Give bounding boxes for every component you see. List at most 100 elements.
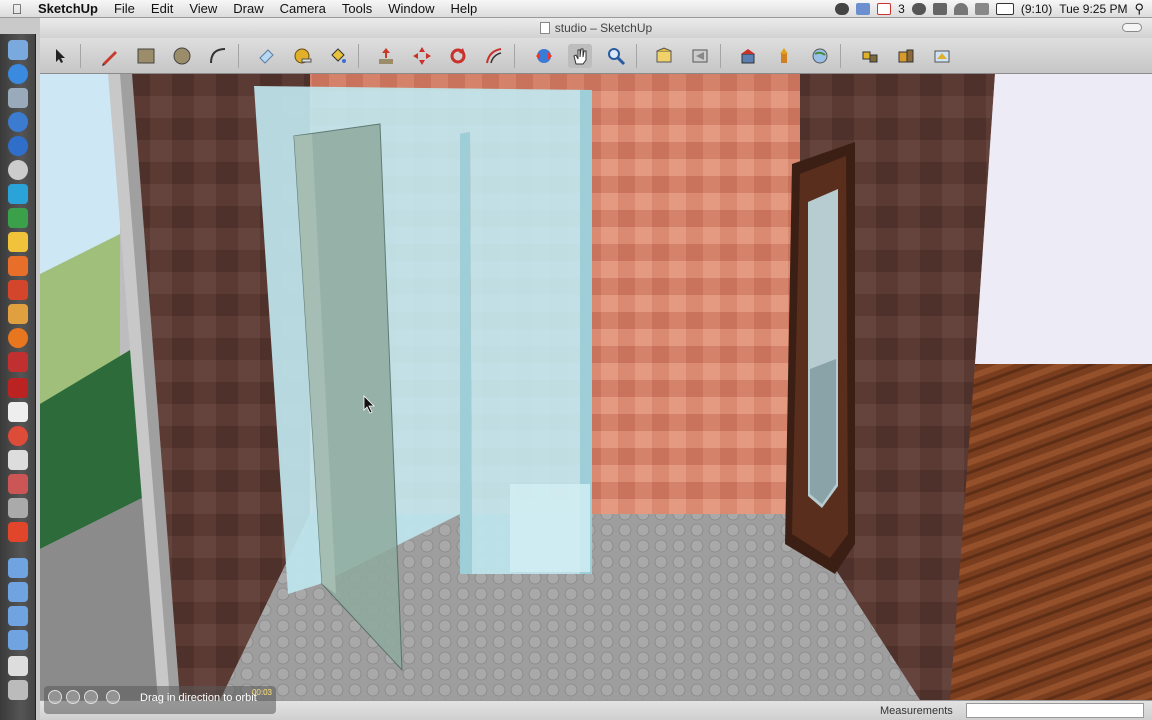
push-pull-icon [379, 48, 393, 64]
dock-app-icon[interactable] [8, 498, 28, 518]
push-pull-tool-button[interactable] [374, 44, 398, 68]
offset-tool-button[interactable] [482, 44, 506, 68]
dock-app-icon[interactable] [8, 450, 28, 470]
menu-edit[interactable]: Edit [143, 1, 181, 16]
dock-app-icon[interactable] [8, 352, 28, 372]
mac-menubar:  SketchUp File Edit View Draw Camera To… [0, 0, 1152, 18]
dock-app-icon[interactable] [8, 522, 28, 542]
previous-view-button[interactable] [688, 44, 712, 68]
dock-folder-icon[interactable] [8, 630, 28, 650]
dock-app-icon[interactable] [8, 232, 28, 252]
dock-folder-icon[interactable] [8, 606, 28, 626]
components-icon [862, 51, 878, 63]
apple-menu-icon[interactable]:  [0, 1, 34, 17]
previous-view-icon [692, 49, 708, 63]
dock-folder-icon[interactable] [8, 582, 28, 602]
paint-bucket-tool-button[interactable] [326, 44, 350, 68]
circle-icon [173, 47, 191, 65]
menu-help[interactable]: Help [442, 1, 485, 16]
menu-draw[interactable]: Draw [225, 1, 271, 16]
dock-trash-icon[interactable] [8, 680, 28, 700]
dock-app-icon[interactable] [8, 208, 28, 228]
tape-measure-tool-button[interactable] [290, 44, 314, 68]
toolbar-toggle-button[interactable] [1122, 23, 1142, 32]
dock-mail-icon[interactable] [8, 88, 28, 108]
extension-warehouse-button[interactable] [894, 44, 918, 68]
time-machine-icon[interactable] [911, 2, 926, 15]
sketchup-window: studio – SketchUp Measurements [40, 18, 1152, 720]
circle-tool-button[interactable] [170, 44, 194, 68]
dock-app-icon[interactable] [8, 280, 28, 300]
spotlight-search-icon[interactable]: ⚲ [1134, 1, 1144, 17]
warehouse-icon [741, 49, 755, 64]
dock-app-icon[interactable] [8, 474, 28, 494]
window-titlebar[interactable]: studio – SketchUp [40, 18, 1152, 38]
bluetooth-icon[interactable] [932, 2, 947, 15]
move-tool-button[interactable] [410, 44, 434, 68]
dock-app-store-icon[interactable] [8, 112, 28, 132]
pan-tool-button[interactable] [568, 44, 592, 68]
eraser-tool-button[interactable] [254, 44, 278, 68]
status-app-icon[interactable] [835, 2, 850, 15]
dock-safari-icon[interactable] [8, 64, 28, 84]
help-icon[interactable] [84, 690, 98, 704]
dock-itunes-icon[interactable] [8, 160, 28, 180]
share-model-button[interactable] [772, 44, 796, 68]
menu-file[interactable]: File [106, 1, 143, 16]
instructor-overlay: Drag in direction to orbit 00:03 [44, 686, 276, 714]
orbit-icon [536, 49, 552, 63]
zoom-tool-button[interactable] [604, 44, 628, 68]
dock-app-icon[interactable] [8, 402, 28, 422]
dock-app-icon[interactable] [8, 656, 28, 676]
dock-chrome-icon[interactable] [8, 426, 28, 446]
wifi-icon[interactable] [953, 2, 968, 15]
measurements-input[interactable] [966, 703, 1144, 718]
pencil-tool-button[interactable] [98, 44, 122, 68]
3d-viewport[interactable] [40, 74, 1152, 700]
volume-icon[interactable] [974, 2, 989, 15]
menubar-clock[interactable]: Tue 9:25 PM [1059, 2, 1127, 16]
move-arrows-icon [413, 47, 431, 65]
menu-app-name[interactable]: SketchUp [34, 1, 106, 16]
dock-app-icon[interactable] [8, 378, 28, 398]
menu-view[interactable]: View [181, 1, 225, 16]
instructor-icon[interactable] [106, 690, 120, 704]
get-models-button[interactable] [736, 44, 760, 68]
menu-camera[interactable]: Camera [272, 1, 334, 16]
eraser-icon [259, 49, 274, 64]
measurements-label: Measurements [880, 705, 953, 717]
battery-time: (9:10) [1020, 1, 1053, 16]
mail-count-badge: 3 [898, 1, 905, 16]
credits-icon[interactable] [66, 690, 80, 704]
rectangle-tool-button[interactable] [134, 44, 158, 68]
menubar-status-area: 3 (9:10) Tue 9:25 PM ⚲ [835, 1, 1152, 17]
rotate-icon [450, 48, 466, 64]
battery-icon[interactable] [995, 2, 1014, 15]
dock-app-icon[interactable] [8, 304, 28, 324]
components-button[interactable] [858, 44, 882, 68]
select-tool-button[interactable] [48, 44, 72, 68]
dock-finder-icon[interactable] [8, 40, 28, 60]
arc-tool-button[interactable] [206, 44, 230, 68]
orbit-tool-button[interactable] [532, 44, 556, 68]
layout-button[interactable] [930, 44, 954, 68]
geo-location-icon[interactable] [48, 690, 62, 704]
status-hint-text: Drag in direction to orbit [140, 692, 257, 704]
menu-tools[interactable]: Tools [334, 1, 380, 16]
dock-app-icon[interactable] [8, 256, 28, 276]
get-photo-texture-button[interactable] [808, 44, 832, 68]
dock-folder-icon[interactable] [8, 558, 28, 578]
sync-icon[interactable] [856, 2, 871, 15]
tape-measure-icon [294, 48, 312, 64]
menu-window[interactable]: Window [380, 1, 442, 16]
gmail-icon[interactable] [877, 2, 892, 15]
pan-hand-icon [573, 48, 587, 65]
dock-firefox-icon[interactable] [8, 328, 28, 348]
dock-app-icon[interactable] [8, 184, 28, 204]
rotate-tool-button[interactable] [446, 44, 470, 68]
document-icon [539, 22, 550, 34]
arc-icon [210, 48, 226, 64]
zoom-extents-button[interactable] [652, 44, 676, 68]
dock-app-icon[interactable] [8, 136, 28, 156]
model-scene [40, 74, 1152, 700]
